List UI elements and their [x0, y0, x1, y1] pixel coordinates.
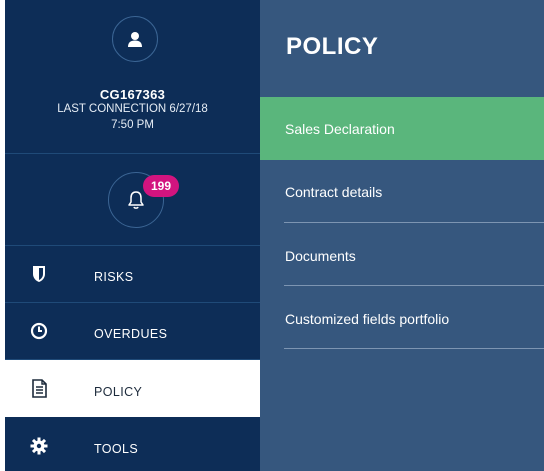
nav-item-policy[interactable]: POLICY [5, 360, 269, 417]
avatar[interactable] [112, 16, 158, 62]
menu-item-sales-declaration[interactable]: Sales Declaration [260, 97, 544, 160]
bell-icon [128, 191, 144, 209]
nav-item-label: TOOLS [94, 441, 139, 456]
menu-item-documents[interactable]: Documents [260, 223, 544, 286]
divider [284, 348, 544, 349]
sidebar: CG167363 LAST CONNECTION 6/27/18 7:50 PM… [0, 0, 269, 471]
policy-panel: POLICY Sales Declaration Contract detail… [260, 0, 544, 471]
gear-icon [29, 436, 49, 456]
user-icon [128, 31, 142, 47]
nav-item-risks[interactable]: RISKS [5, 246, 260, 303]
nav-item-overdues[interactable]: OVERDUES [5, 303, 260, 360]
document-icon [29, 379, 49, 399]
user-profile: CG167363 LAST CONNECTION 6/27/18 7:50 PM [5, 0, 260, 154]
clock-icon [29, 321, 49, 341]
menu-item-label: Sales Declaration [285, 121, 395, 137]
nav-item-label: OVERDUES [94, 326, 168, 341]
nav-item-tools[interactable]: TOOLS [5, 417, 260, 471]
menu-item-customized-fields-portfolio[interactable]: Customized fields portfolio [260, 286, 544, 349]
notifications: 199 [5, 155, 260, 246]
last-connection-time: 7:50 PM [111, 119, 154, 131]
shield-icon [29, 264, 49, 284]
nav-item-label: RISKS [94, 269, 134, 284]
page-title: POLICY [286, 33, 379, 60]
user-id: CG167363 [99, 87, 166, 102]
nav-item-label: POLICY [94, 384, 143, 399]
menu-item-label: Documents [285, 248, 356, 264]
notification-count-badge: 199 [143, 175, 179, 197]
menu-item-contract-details[interactable]: Contract details [260, 160, 544, 223]
menu-item-label: Customized fields portfolio [285, 311, 450, 327]
menu-item-label: Contract details [285, 184, 383, 200]
last-connection-date: LAST CONNECTION 6/27/18 [57, 103, 208, 115]
